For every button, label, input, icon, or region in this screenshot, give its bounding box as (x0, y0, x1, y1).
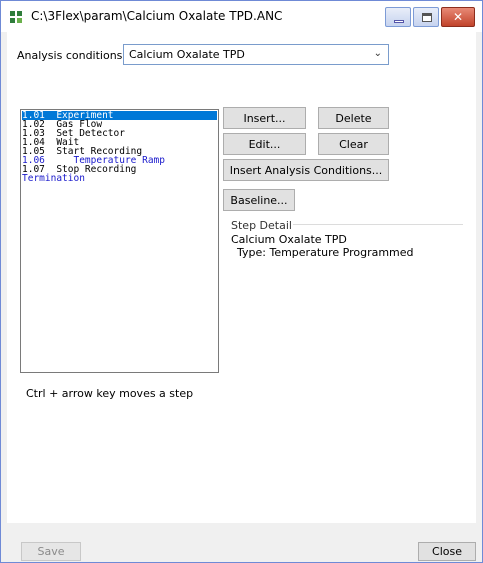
step-detail-heading: Step Detail (231, 219, 292, 232)
chevron-down-icon: ⌄ (373, 48, 382, 59)
maximize-icon (422, 13, 432, 22)
application-window: C:\3Flex\param\Calcium Oxalate TPD.ANC ✕… (0, 0, 483, 563)
clear-button[interactable]: Clear (318, 133, 389, 155)
title-bar[interactable]: C:\3Flex\param\Calcium Oxalate TPD.ANC ✕ (1, 1, 482, 32)
edit-button[interactable]: Edit... (223, 133, 306, 155)
baseline-button[interactable]: Baseline... (223, 189, 295, 211)
step-list[interactable]: 1.01 Experiment 1.02 Gas Flow 1.03 Set D… (20, 109, 219, 373)
move-step-hint: Ctrl + arrow key moves a step (26, 387, 194, 400)
close-button[interactable]: Close (418, 542, 476, 561)
close-window-button[interactable]: ✕ (441, 7, 475, 27)
insert-button[interactable]: Insert... (223, 107, 306, 129)
analysis-conditions-select[interactable]: Calcium Oxalate TPD ⌄ (123, 44, 389, 65)
maximize-button[interactable] (413, 7, 439, 27)
minimize-icon (394, 20, 404, 23)
step-detail-divider (293, 224, 463, 225)
step-detail-name: Calcium Oxalate TPD (231, 233, 347, 246)
close-icon: ✕ (452, 10, 464, 24)
analysis-conditions-value: Calcium Oxalate TPD (129, 48, 245, 61)
step-item-termination[interactable]: Termination (22, 174, 85, 184)
step-detail-type: Type: Temperature Programmed (237, 246, 414, 259)
delete-button[interactable]: Delete (318, 107, 389, 129)
window-title: C:\3Flex\param\Calcium Oxalate TPD.ANC (31, 9, 283, 23)
save-button[interactable]: Save (21, 542, 81, 561)
app-icon (10, 11, 22, 23)
right-edge (476, 32, 482, 523)
analysis-conditions-label: Analysis conditions: (17, 49, 127, 62)
insert-analysis-conditions-button[interactable]: Insert Analysis Conditions... (223, 159, 389, 181)
minimize-button[interactable] (385, 7, 411, 27)
